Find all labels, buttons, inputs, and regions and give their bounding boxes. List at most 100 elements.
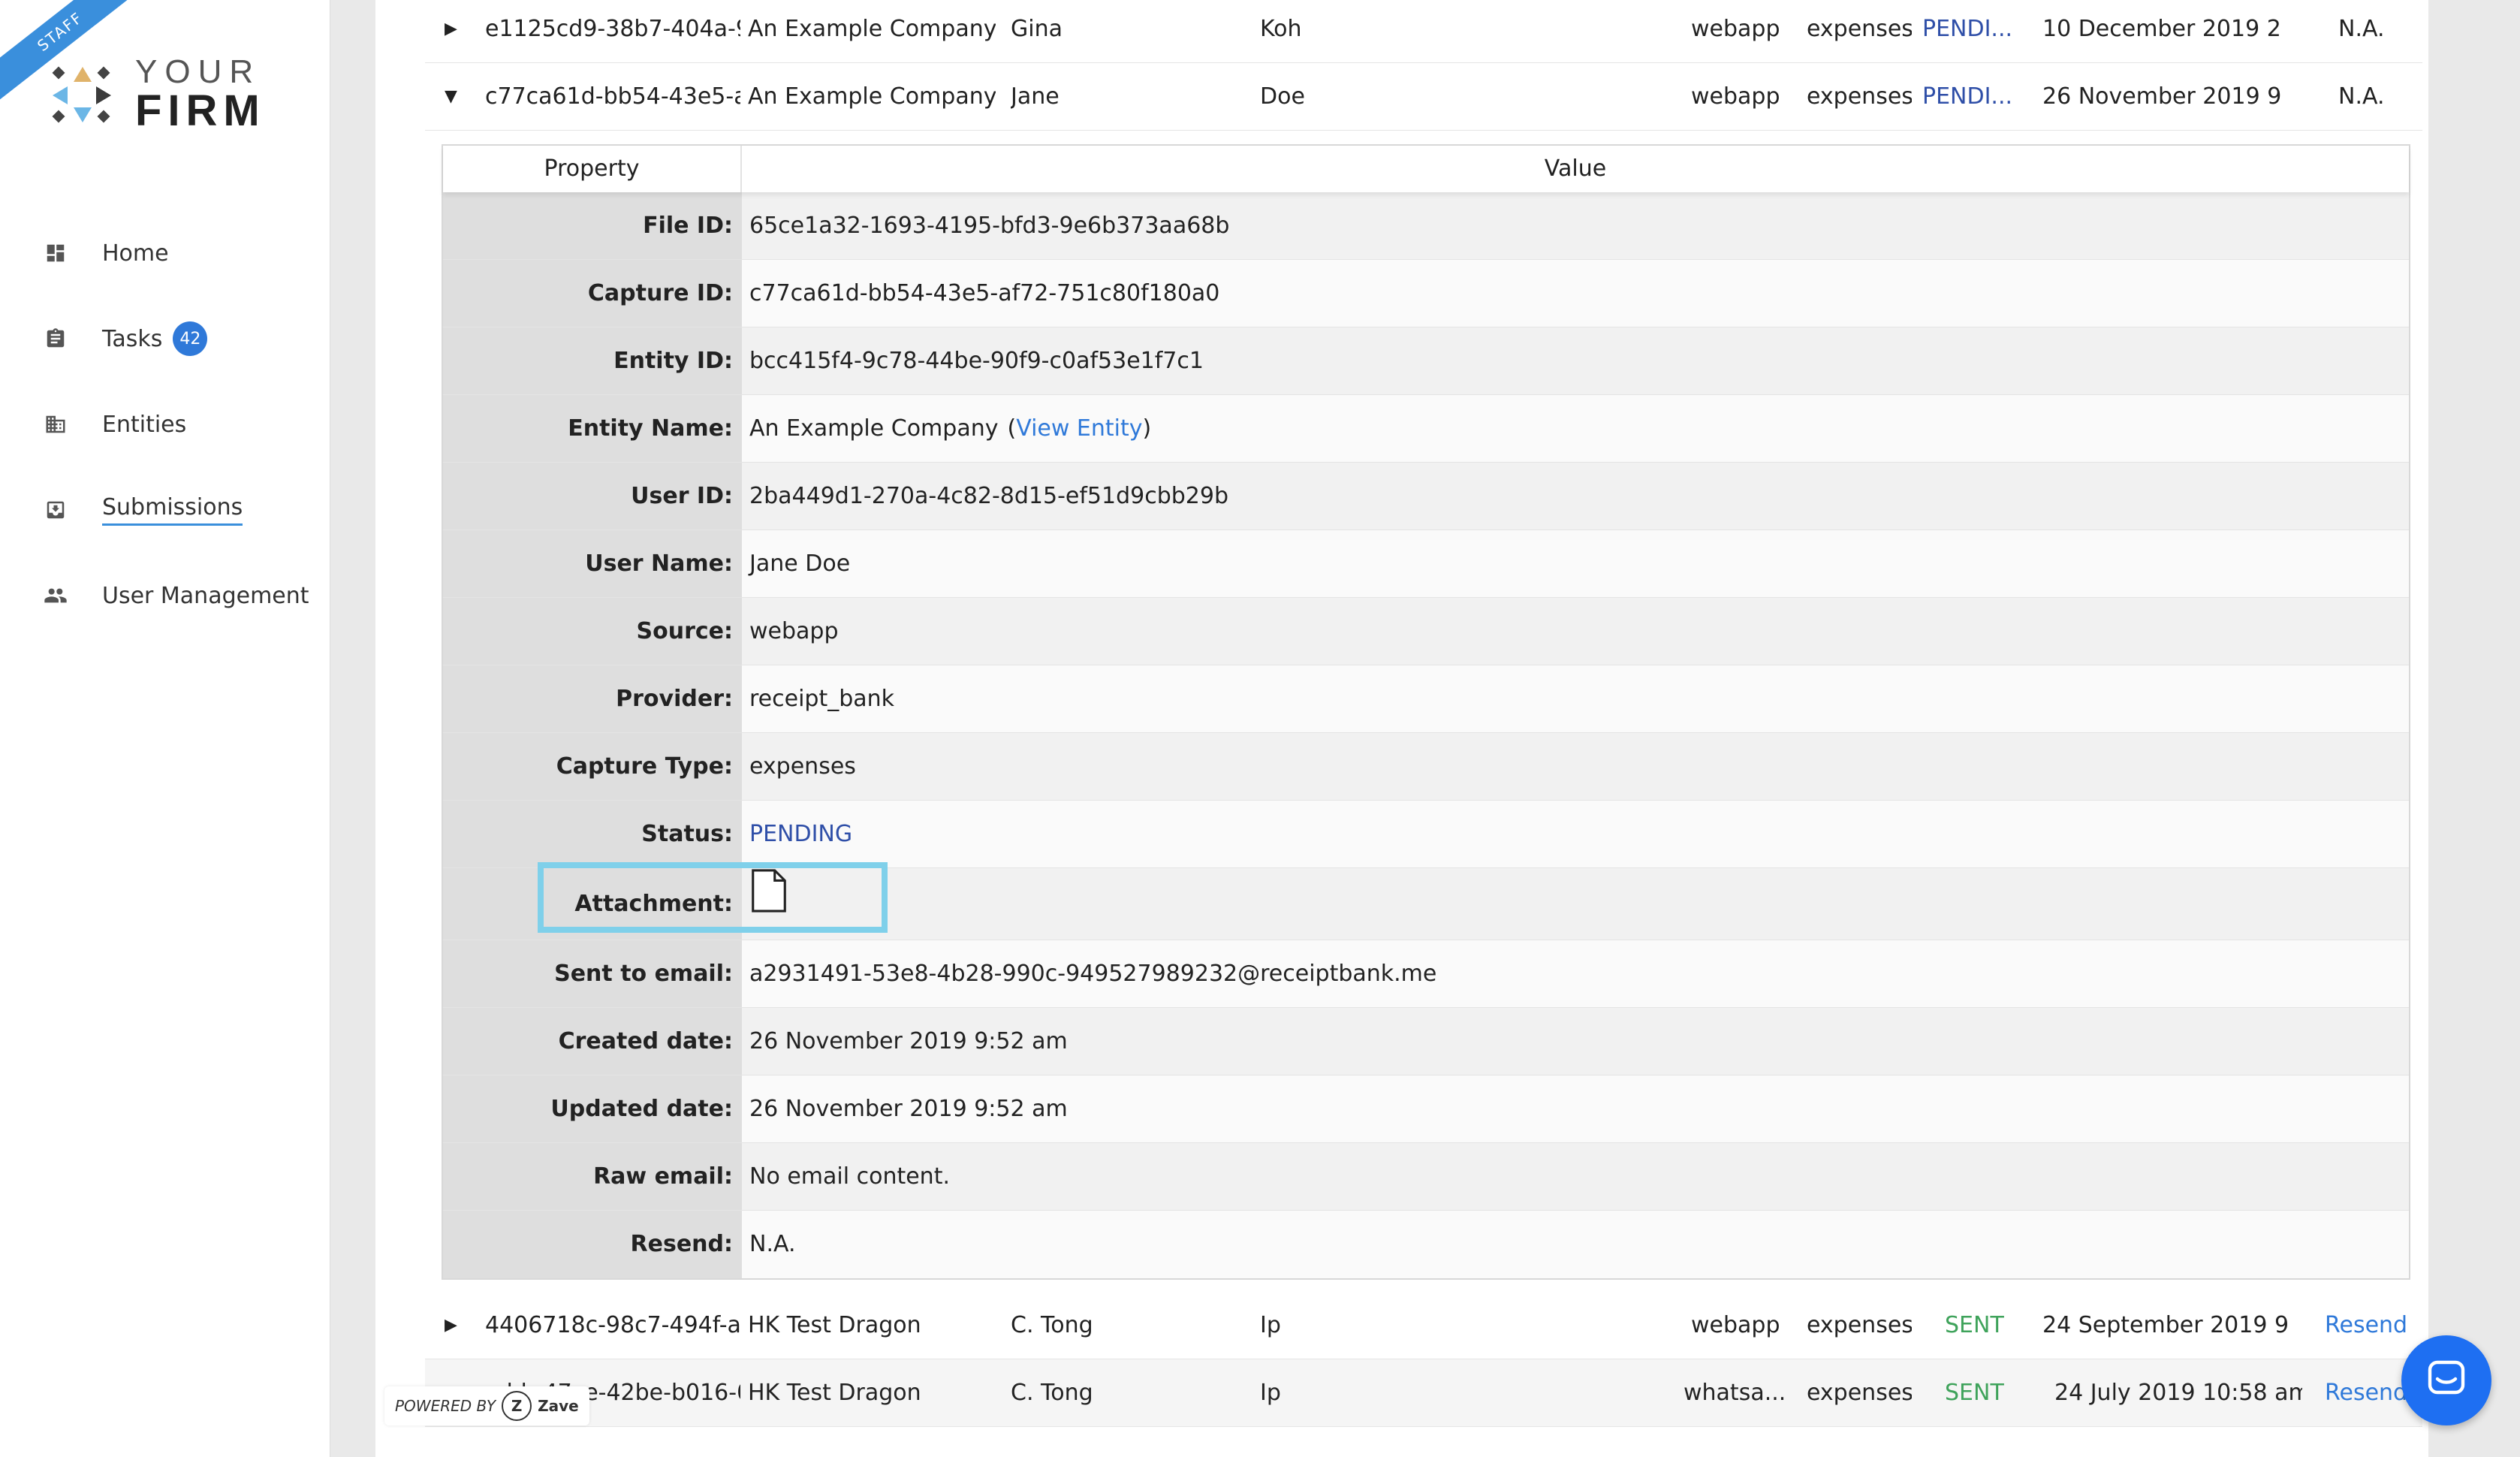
detail-label: User ID: <box>443 463 742 529</box>
detail-value: webapp <box>742 598 2409 665</box>
detail-value: An Example Company (View Entity) <box>742 395 2409 462</box>
chat-launcher-button[interactable] <box>2401 1335 2491 1425</box>
entity-cell: An Example Company <box>748 83 996 110</box>
detail-row-capture-id: Capture ID: c77ca61d-bb54-43e5-af72-751c… <box>443 260 2409 327</box>
sidebar: STAFF YOUR FIRM Home Tasks 42 Entities S… <box>0 0 330 1457</box>
detail-value: bcc415f4-9c78-44be-90f9-c0af53e1f7c1 <box>742 327 2409 394</box>
expand-arrow-icon[interactable]: ▶ <box>445 20 457 38</box>
detail-value: Jane Doe <box>742 530 2409 597</box>
tasks-count-badge: 42 <box>173 321 208 356</box>
file-document-icon[interactable] <box>749 868 788 940</box>
detail-label: Entity ID: <box>443 327 742 394</box>
detail-label: Resend: <box>443 1211 742 1278</box>
entity-cell: An Example Company <box>748 16 996 42</box>
sidebar-item-user-management[interactable]: User Management <box>41 553 309 638</box>
last-name-cell: Ip <box>1260 1380 1281 1406</box>
inbox-download-icon <box>41 495 71 525</box>
collapse-arrow-icon[interactable]: ▼ <box>445 87 457 106</box>
detail-row-created-date: Created date: 26 November 2019 9:52 am <box>443 1008 2409 1075</box>
sidebar-item-label: Home <box>102 240 169 267</box>
first-name-cell: Gina <box>1011 16 1063 42</box>
first-name-cell: C. Tong <box>1011 1380 1093 1406</box>
sidebar-nav: Home Tasks 42 Entities Submissions User … <box>41 210 309 638</box>
firm-logo-mark <box>48 61 116 128</box>
detail-label: Status: <box>443 801 742 867</box>
sidebar-item-label: Tasks <box>102 325 163 352</box>
firm-logo[interactable]: YOUR FIRM <box>48 56 266 134</box>
sidebar-item-home[interactable]: Home <box>41 210 309 296</box>
type-cell: expenses <box>1807 1312 1912 1338</box>
building-icon <box>41 409 71 439</box>
last-name-cell: Koh <box>1260 16 1302 42</box>
logo-text-firm: FIRM <box>135 86 266 135</box>
last-name-cell: Ip <box>1260 1312 1281 1338</box>
source-cell: whatsa... <box>1684 1380 1786 1406</box>
sidebar-item-label: Submissions <box>102 494 243 526</box>
type-cell: expenses <box>1807 83 1912 110</box>
detail-row-entity-id: Entity ID: bcc415f4-9c78-44be-90f9-c0af5… <box>443 327 2409 395</box>
detail-label: Capture ID: <box>443 260 742 327</box>
first-name-cell: C. Tong <box>1011 1312 1093 1338</box>
detail-row-user-name: User Name: Jane Doe <box>443 530 2409 598</box>
detail-value: 26 November 2019 9:52 am <box>742 1008 2409 1075</box>
type-cell: expenses <box>1807 1380 1912 1406</box>
zave-logo-icon: Z <box>502 1391 532 1421</box>
detail-value: c77ca61d-bb54-43e5-af72-751c80f180a0 <box>742 260 2409 327</box>
detail-row-resend: Resend: N.A. <box>443 1211 2409 1278</box>
powered-by-label: POWERED BY <box>395 1397 496 1415</box>
last-name-cell: Doe <box>1260 83 1305 110</box>
date-cell: 24 July 2019 10:58 am <box>2054 1380 2302 1406</box>
source-cell: webapp <box>1691 83 1780 110</box>
sidebar-item-entities[interactable]: Entities <box>41 382 309 467</box>
people-icon <box>41 581 71 611</box>
property-column-header: Property <box>443 146 742 192</box>
detail-label: Capture Type: <box>443 733 742 800</box>
entity-name-text: An Example Company <box>749 415 999 442</box>
detail-label: Sent to email: <box>443 940 742 1007</box>
date-cell: 10 December 2019 2:... <box>2042 16 2283 42</box>
clipboard-icon <box>41 324 71 354</box>
detail-label: Created date: <box>443 1008 742 1075</box>
detail-label: Updated date: <box>443 1075 742 1142</box>
table-row[interactable]: ▶ 4406718c-98c7-494f-ad66-001f191... HK … <box>425 1292 2422 1359</box>
entity-cell: HK Test Dragon <box>748 1312 921 1338</box>
detail-row-file-id: File ID: 65ce1a32-1693-4195-bfd3-9e6b373… <box>443 192 2409 260</box>
powered-by-zave[interactable]: POWERED BY Z Zave <box>384 1386 589 1425</box>
detail-value <box>742 868 2409 940</box>
detail-label: File ID: <box>443 192 742 259</box>
date-cell: 24 September 2019 9:... <box>2042 1312 2290 1338</box>
capture-id-cell: e1125cd9-38b7-404a-92ec-0ab267... <box>485 16 740 42</box>
status-cell: SENT <box>1945 1380 2004 1406</box>
resend-button[interactable]: Resend <box>2325 1312 2422 1338</box>
table-row[interactable]: ▶ ...bb-47ce-42be-b016-07a903... HK Test… <box>425 1359 2422 1427</box>
detail-label: User Name: <box>443 530 742 597</box>
detail-value: N.A. <box>742 1211 2409 1278</box>
detail-value: 65ce1a32-1693-4195-bfd3-9e6b373aa68b <box>742 192 2409 259</box>
table-row-expanded[interactable]: ▼ c77ca61d-bb54-43e5-af72-751c80f... An … <box>425 63 2422 131</box>
detail-label: Entity Name: <box>443 395 742 462</box>
expand-arrow-icon[interactable]: ▶ <box>445 1316 457 1335</box>
detail-row-user-id: User ID: 2ba449d1-270a-4c82-8d15-ef51d9c… <box>443 463 2409 530</box>
table-row[interactable]: ▶ e1125cd9-38b7-404a-92ec-0ab267... An E… <box>425 0 2422 63</box>
sidebar-item-tasks[interactable]: Tasks 42 <box>41 296 309 382</box>
action-cell: N.A. <box>2338 83 2385 110</box>
table-row-partial[interactable] <box>425 1427 2422 1457</box>
entity-cell: HK Test Dragon <box>748 1380 921 1406</box>
sidebar-item-submissions[interactable]: Submissions <box>41 467 309 553</box>
source-cell: webapp <box>1691 16 1780 42</box>
detail-row-source: Source: webapp <box>443 598 2409 665</box>
detail-value: 26 November 2019 9:52 am <box>742 1075 2409 1142</box>
zave-brand: Zave <box>538 1397 579 1415</box>
details-header: Property Value <box>443 146 2409 192</box>
detail-label: Source: <box>443 598 742 665</box>
detail-row-updated-date: Updated date: 26 November 2019 9:52 am <box>443 1075 2409 1143</box>
detail-value: receipt_bank <box>742 665 2409 732</box>
status-cell: SENT <box>1945 1312 2004 1338</box>
detail-row-entity-name: Entity Name: An Example Company (View En… <box>443 395 2409 463</box>
value-column-header: Value <box>1544 155 1607 182</box>
dashboard-icon <box>41 238 71 268</box>
view-entity-link[interactable]: View Entity <box>1016 395 1142 463</box>
type-cell: expenses <box>1807 16 1912 42</box>
status-cell: PENDI... <box>1922 83 2013 110</box>
detail-row-provider: Provider: receipt_bank <box>443 665 2409 733</box>
